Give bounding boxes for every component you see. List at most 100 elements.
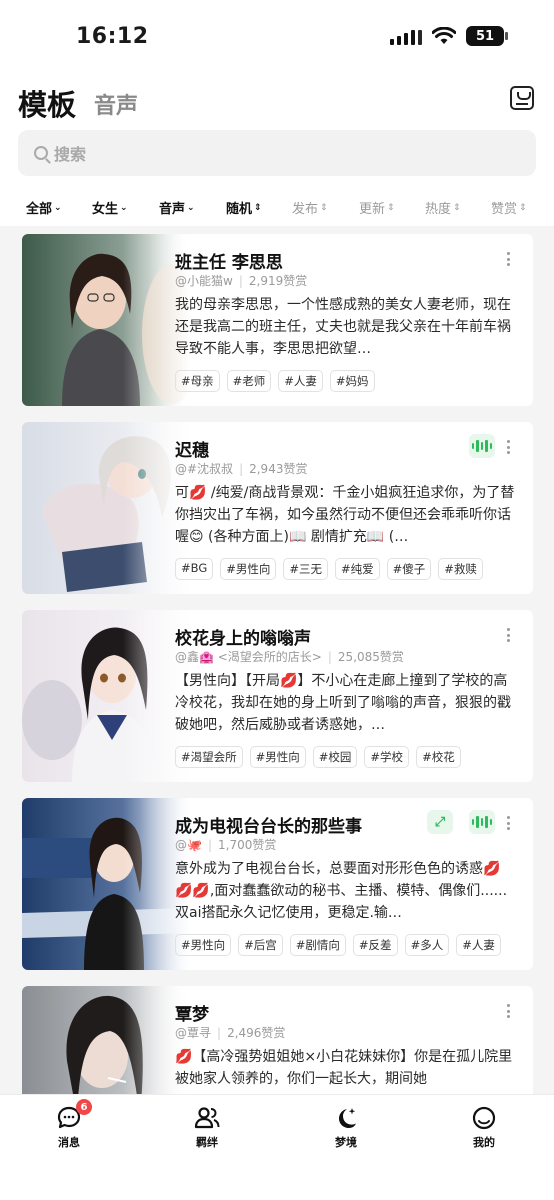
card-likes: 25,085赞赏 [337, 650, 404, 664]
bottom-tab-bar: 6 消息 羁绊 梦境 我的 [0, 1094, 554, 1200]
tag[interactable]: #妈妈 [329, 370, 375, 392]
card-title: 成为电视台台长的那些事 [175, 817, 362, 837]
tag[interactable]: #傻子 [386, 558, 432, 580]
wifi-icon [432, 27, 456, 44]
more-options-icon[interactable] [501, 250, 515, 268]
profile-circle-icon [471, 1105, 497, 1131]
chevron-down-icon: ⌄ [187, 202, 195, 213]
card-author[interactable]: @🐙 [175, 838, 202, 852]
tag[interactable]: #纯爱 [335, 558, 380, 580]
card-likes: 2,496赞赏 [227, 1026, 286, 1040]
tag[interactable]: #剧情向 [289, 934, 346, 956]
tag[interactable]: #BG [175, 558, 214, 580]
tag[interactable]: #后宫 [238, 934, 283, 956]
card-tags: #渴望会所 #男性向 #校园 #学校 #校花 [175, 746, 520, 768]
tag[interactable]: #母亲 [175, 370, 220, 392]
card-thumbnail [22, 422, 190, 594]
status-bar: 16:12 51 [0, 0, 554, 74]
tag[interactable]: #学校 [364, 746, 410, 768]
tag[interactable]: #老师 [226, 370, 272, 392]
filter-tips[interactable]: 赞赏 ⇕ [491, 198, 527, 217]
more-options-icon[interactable] [501, 438, 515, 456]
tag[interactable]: #校花 [416, 746, 461, 768]
card-author[interactable]: @鑫🏩 <渴望会所的店长> [175, 650, 322, 664]
search-placeholder: 搜索 [54, 145, 87, 164]
voice-wave-icon[interactable] [469, 810, 495, 834]
card-title: 校花身上的嗡嗡声 [175, 629, 311, 649]
moon-star-icon [333, 1105, 359, 1131]
tag[interactable]: #渴望会所 [175, 746, 243, 768]
card-author[interactable]: @小能猫w [175, 274, 233, 288]
more-options-icon[interactable] [501, 626, 515, 644]
filter-all[interactable]: 全部 ⌄ [26, 198, 62, 217]
card-title: 迟穗 [175, 441, 209, 461]
card-meta: @小能猫w | 2,919赞赏 [175, 274, 308, 288]
tab-label: 消息 [58, 1136, 80, 1149]
page-header: 模板 音声 [0, 74, 554, 130]
tag[interactable]: #男性向 [220, 558, 277, 580]
inbox-icon[interactable] [510, 86, 534, 110]
card-author[interactable]: @覃寻 [175, 1026, 211, 1040]
tab-label: 梦境 [335, 1136, 357, 1149]
tab-profile[interactable]: 我的 [449, 1105, 519, 1150]
search-section: 搜索 [0, 130, 554, 188]
card-description: 意外成为了电视台台长，总要面对形形色色的诱惑💋💋💋,面对蠢蠢欲动的秘书、主播、模… [175, 861, 508, 921]
sort-icon: ⇕ [320, 202, 328, 213]
status-time: 16:12 [76, 24, 149, 49]
tab-voice[interactable]: 音声 [94, 88, 138, 120]
search-icon [34, 146, 48, 160]
filter-publish[interactable]: 发布 ⇕ [292, 198, 328, 217]
unread-badge: 6 [76, 1099, 92, 1115]
expand-icon[interactable]: ⤢ [427, 810, 453, 834]
voice-wave-icon[interactable] [469, 434, 495, 458]
more-options-icon[interactable] [501, 1002, 515, 1020]
tab-messages[interactable]: 6 消息 [34, 1099, 104, 1150]
card-thumbnail [22, 798, 190, 970]
card-title: 覃梦 [175, 1005, 209, 1025]
tag[interactable]: #校园 [312, 746, 358, 768]
card-meta: @🐙 | 1,700赞赏 [175, 838, 277, 852]
card-meta: @#沈叔叔 | 2,943赞赏 [175, 462, 308, 476]
tag[interactable]: #多人 [404, 934, 450, 956]
card-description: 我的母亲李思思，一个性感成熟的美女人妻老师，现在还是我高二的班主任，丈夫也就是我… [175, 297, 511, 357]
card-meta: @覃寻 | 2,496赞赏 [175, 1026, 286, 1040]
card-likes: 1,700赞赏 [218, 838, 277, 852]
chat-bubble-icon: 6 [56, 1099, 92, 1131]
tab-dreams[interactable]: 梦境 [311, 1105, 381, 1150]
tag[interactable]: #男性向 [175, 934, 232, 956]
card-title: 班主任 李思思 [175, 253, 283, 273]
tag[interactable]: #救赎 [438, 558, 483, 580]
filter-popularity[interactable]: 热度 ⇕ [425, 198, 461, 217]
card-author[interactable]: @#沈叔叔 [175, 462, 233, 476]
tag[interactable]: #人妻 [456, 934, 501, 956]
template-card[interactable]: 迟穗 @#沈叔叔 | 2,943赞赏 可💋 /纯爱/商战背景观：千金小姐疯狂追求你，… [22, 422, 533, 594]
sort-icon: ⇕ [519, 202, 527, 213]
sort-icon: ⇕ [387, 202, 395, 213]
tab-label: 羁绊 [196, 1136, 218, 1149]
card-tags: #男性向 #后宫 #剧情向 #反差 #多人 #人妻 [175, 934, 520, 956]
search-input[interactable]: 搜索 [18, 130, 536, 176]
card-tags: #BG #男性向 #三无 #纯爱 #傻子 #救赎 [175, 558, 520, 580]
template-card[interactable]: 班主任 李思思 @小能猫w | 2,919赞赏 我的母亲李思思，一个性感成熟的美女人… [22, 234, 533, 406]
filter-update[interactable]: 更新 ⇕ [359, 198, 395, 217]
tab-bonds[interactable]: 羁绊 [172, 1105, 242, 1150]
more-options-icon[interactable] [501, 814, 515, 832]
chevron-down-icon: ⌄ [54, 202, 62, 213]
filter-random[interactable]: 随机 ⇕ [226, 198, 262, 217]
template-card[interactable]: 成为电视台台长的那些事 @🐙 | 1,700赞赏 意外成为了电视台台长，总要面对形形… [22, 798, 533, 970]
tag[interactable]: #反差 [352, 934, 398, 956]
chevron-down-icon: ⌄ [120, 202, 128, 213]
tag[interactable]: #人妻 [278, 370, 323, 392]
card-likes: 2,919赞赏 [248, 274, 308, 288]
tag[interactable]: #男性向 [249, 746, 306, 768]
cellular-signal-icon [390, 27, 422, 45]
filter-gender[interactable]: 女生 ⌄ [92, 198, 128, 217]
card-thumbnail [22, 610, 190, 782]
card-description: 可💋 /纯爱/商战背景观：千金小姐疯狂追求你，为了替你挡灾出了车祸，如今虽然行动… [175, 485, 515, 545]
filter-voice[interactable]: 音声 ⌄ [159, 198, 195, 217]
tag[interactable]: #三无 [283, 558, 329, 580]
tab-templates[interactable]: 模板 [18, 82, 76, 124]
tab-label: 我的 [473, 1136, 495, 1149]
template-card[interactable]: 校花身上的嗡嗡声 @鑫🏩 <渴望会所的店长> | 25,085赞赏 【男性向】【开局… [22, 610, 533, 782]
sort-icon: ⇕ [254, 202, 262, 213]
